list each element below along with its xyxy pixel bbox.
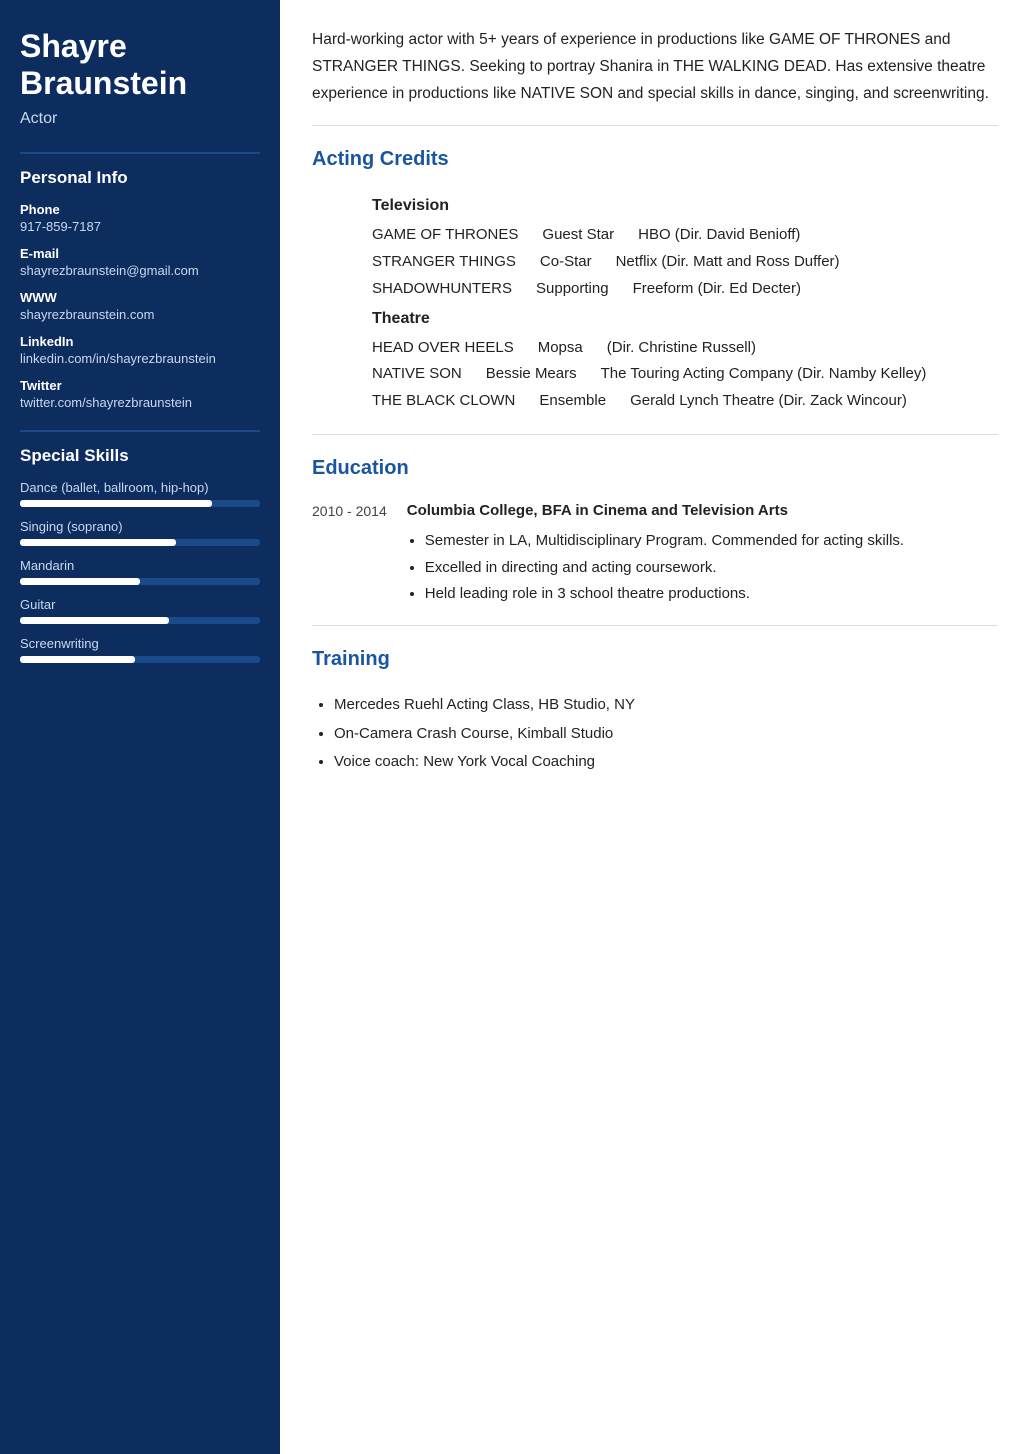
- credit-show: HEAD OVER HEELS: [372, 336, 514, 361]
- skill-bar-fill: [20, 578, 140, 585]
- skill-bar-background: [20, 539, 260, 546]
- credit-show: GAME OF THRONES: [372, 223, 518, 248]
- training-item: Mercedes Ruehl Acting Class, HB Studio, …: [334, 691, 998, 720]
- acting-credits-section: Acting Credits TelevisionGAME OF THRONES…: [312, 148, 998, 435]
- training-title: Training: [312, 648, 998, 679]
- edu-year: 2010 - 2014: [312, 500, 387, 607]
- contact-label: E-mail: [20, 246, 260, 261]
- credit-company: The Touring Acting Company (Dir. Namby K…: [601, 362, 927, 387]
- skill-name: Singing (soprano): [20, 519, 260, 534]
- skill-bar-background: [20, 617, 260, 624]
- credit-company: Netflix (Dir. Matt and Ross Duffer): [616, 250, 840, 275]
- skill-bar-background: [20, 656, 260, 663]
- skill-name: Screenwriting: [20, 636, 260, 651]
- edu-bullet: Semester in LA, Multidisciplinary Progra…: [425, 528, 998, 554]
- contact-value: shayrezbraunstein@gmail.com: [20, 263, 260, 278]
- credits-content: TelevisionGAME OF THRONES Guest Star HBO (…: [312, 191, 998, 414]
- education-content: 2010 - 2014 Columbia College, BFA in Cine…: [312, 500, 998, 607]
- credit-role: Mopsa: [538, 336, 583, 361]
- credit-company: Freeform (Dir. Ed Decter): [633, 277, 801, 302]
- contact-list: Phone 917-859-7187 E-mail shayrezbraunstein…: [20, 202, 260, 410]
- credit-role: Supporting: [536, 277, 609, 302]
- skill-bar-fill: [20, 656, 135, 663]
- main-content: Hard-working actor with 5+ years of expe…: [280, 0, 1030, 1454]
- credit-role: Ensemble: [539, 389, 606, 414]
- name: Shayre Braunstein: [20, 28, 260, 102]
- contact-value: 917-859-7187: [20, 219, 260, 234]
- credit-show: NATIVE SON: [372, 362, 462, 387]
- training-section: Training Mercedes Ruehl Acting Class, HB…: [312, 648, 998, 777]
- credit-company: HBO (Dir. David Benioff): [638, 223, 800, 248]
- contact-label: Twitter: [20, 378, 260, 393]
- skill-name: Guitar: [20, 597, 260, 612]
- contact-label: Phone: [20, 202, 260, 217]
- skill-bar-fill: [20, 617, 169, 624]
- education-section: Education 2010 - 2014 Columbia College, B…: [312, 457, 998, 626]
- edu-bullet: Held leading role in 3 school theatre pr…: [425, 581, 998, 607]
- credit-row: STRANGER THINGS Co-Star Netflix (Dir. Matt…: [312, 250, 998, 275]
- skill-name: Mandarin: [20, 558, 260, 573]
- credit-row: GAME OF THRONES Guest Star HBO (Dir. David…: [312, 223, 998, 248]
- credit-show: STRANGER THINGS: [372, 250, 516, 275]
- contact-value: linkedin.com/in/shayrezbraunstein: [20, 351, 260, 366]
- summary-text: Hard-working actor with 5+ years of expe…: [312, 26, 998, 126]
- credit-row: SHADOWHUNTERS Supporting Freeform (Dir. Ed…: [312, 277, 998, 302]
- edu-bullet: Excelled in directing and acting coursew…: [425, 555, 998, 581]
- education-title: Education: [312, 457, 998, 488]
- credit-role: Bessie Mears: [486, 362, 577, 387]
- credit-show: SHADOWHUNTERS: [372, 277, 512, 302]
- personal-info-heading: Personal Info: [20, 152, 260, 188]
- training-item: Voice coach: New York Vocal Coaching: [334, 748, 998, 777]
- credit-row: NATIVE SON Bessie Mears The Touring Acting…: [312, 362, 998, 387]
- contact-value: twitter.com/shayrezbraunstein: [20, 395, 260, 410]
- sidebar: Shayre Braunstein Actor Personal Info Ph…: [0, 0, 280, 1454]
- contact-value: shayrezbraunstein.com: [20, 307, 260, 322]
- credit-row: HEAD OVER HEELS Mopsa (Dir. Christine Russ…: [312, 336, 998, 361]
- credit-show: THE BLACK CLOWN: [372, 389, 515, 414]
- skills-list: Dance (ballet, ballroom, hip-hop) Singing…: [20, 480, 260, 663]
- acting-credits-title: Acting Credits: [312, 148, 998, 179]
- credit-category-label: Television: [312, 191, 998, 223]
- skills-heading: Special Skills: [20, 430, 260, 466]
- contact-label: WWW: [20, 290, 260, 305]
- training-list: Mercedes Ruehl Acting Class, HB Studio, …: [312, 691, 998, 777]
- edu-bullets: Semester in LA, Multidisciplinary Progra…: [407, 528, 998, 607]
- contact-label: LinkedIn: [20, 334, 260, 349]
- skill-name: Dance (ballet, ballroom, hip-hop): [20, 480, 260, 495]
- edu-detail: Columbia College, BFA in Cinema and Tele…: [407, 500, 998, 607]
- credit-row: THE BLACK CLOWN Ensemble Gerald Lynch Thea…: [312, 389, 998, 414]
- credit-role: Co-Star: [540, 250, 592, 275]
- skill-bar-background: [20, 500, 260, 507]
- skill-bar-background: [20, 578, 260, 585]
- credit-company: (Dir. Christine Russell): [607, 336, 756, 361]
- skill-bar-fill: [20, 500, 212, 507]
- job-title: Actor: [20, 110, 260, 128]
- credit-category-label: Theatre: [312, 304, 998, 336]
- credit-role: Guest Star: [542, 223, 614, 248]
- edu-school-name: Columbia College, BFA in Cinema and Tele…: [407, 500, 998, 523]
- skill-bar-fill: [20, 539, 176, 546]
- education-row: 2010 - 2014 Columbia College, BFA in Cine…: [312, 500, 998, 607]
- resume-container: Shayre Braunstein Actor Personal Info Ph…: [0, 0, 1030, 1454]
- credit-company: Gerald Lynch Theatre (Dir. Zack Wincour): [630, 389, 907, 414]
- training-item: On-Camera Crash Course, Kimball Studio: [334, 720, 998, 749]
